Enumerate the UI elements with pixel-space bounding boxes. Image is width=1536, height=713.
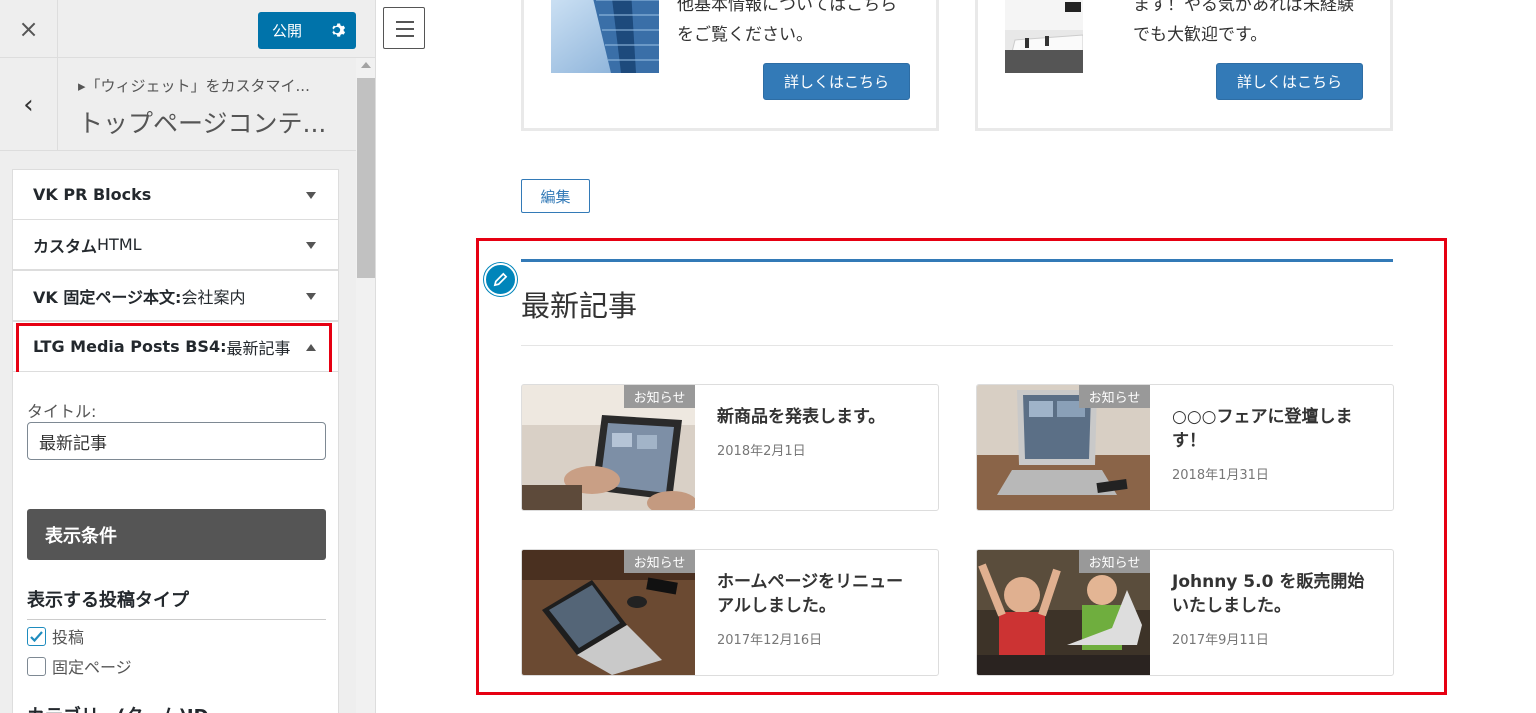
- post-card[interactable]: お知らせ Johnny 5.0 を販売開始 いたしました。 2017年9月11日: [976, 549, 1394, 676]
- hamburger-icon: [396, 21, 414, 23]
- widget-label: VK PR Blocks: [33, 185, 152, 204]
- section-header: ‹ ▸「ウィジェット」をカスタマイ... トップページコンテ...: [0, 58, 356, 151]
- post-title[interactable]: ○○○フェアに登壇しま す！: [1172, 405, 1382, 453]
- office-image: [1005, 0, 1083, 73]
- post-title[interactable]: 新商品を発表します。: [717, 405, 927, 429]
- read-more-button[interactable]: 詳しくはこちら: [1216, 63, 1363, 100]
- publish-button[interactable]: 公開: [258, 12, 356, 49]
- post-date: 2018年2月1日: [717, 444, 806, 459]
- post-card[interactable]: お知らせ ○○○フェアに登壇しま す！ 2018年1月31日: [976, 384, 1394, 511]
- post-title[interactable]: Johnny 5.0 を販売開始 いたしました。: [1172, 570, 1382, 618]
- section-title: トップページコンテ...: [78, 109, 327, 138]
- widget-custom-html[interactable]: カスタム HTML: [12, 219, 339, 270]
- scroll-thumb[interactable]: [357, 78, 375, 278]
- edit-button[interactable]: 編集: [521, 179, 590, 213]
- widget-label: VK 固定ページ本文:: [33, 287, 182, 307]
- title-field-label: タイトル:: [27, 402, 97, 421]
- widget-label-extra: 会社案内: [181, 287, 246, 307]
- category-heading: カテゴリー(ターム)ID: [27, 702, 209, 713]
- post-type-heading: 表示する投稿タイプ: [27, 586, 326, 620]
- checkbox-page[interactable]: 固定ページ: [27, 654, 132, 678]
- widget-vk-page-content[interactable]: VK 固定ページ本文: 会社案内: [12, 270, 339, 321]
- divider: [521, 345, 1393, 346]
- display-conditions-label: 表示条件: [45, 525, 117, 547]
- back-button[interactable]: ‹: [0, 58, 58, 151]
- checkbox-label: 固定ページ: [52, 658, 132, 677]
- category-badge[interactable]: お知らせ: [1079, 550, 1150, 573]
- customizer-sidebar: × 公開 ‹ ▸「ウィジェット」をカスタマイ... トップページコンテ... V…: [0, 0, 376, 713]
- menu-toggle-button[interactable]: [383, 7, 425, 49]
- close-customizer-button[interactable]: ×: [0, 0, 58, 58]
- post-date: 2017年9月11日: [1172, 633, 1269, 648]
- pr-card: ます！やる気があれば未経験 でも大歓迎です。 詳しくはこちら: [975, 0, 1393, 131]
- checkbox-unchecked-icon[interactable]: [27, 656, 46, 676]
- customizer-header: × 公開: [0, 0, 375, 58]
- post-card[interactable]: お知らせ 新商品を発表します。 2018年2月1日: [521, 384, 939, 511]
- post-title[interactable]: ホームページをリニュー アルしました。: [717, 570, 927, 618]
- edit-shortcut-pencil-icon[interactable]: [484, 263, 517, 296]
- display-conditions-button[interactable]: 表示条件: [27, 509, 326, 560]
- category-badge[interactable]: お知らせ: [624, 385, 695, 408]
- pr-card-text: ます！やる気があれば未経験 でも大歓迎です。: [1133, 0, 1354, 45]
- category-badge[interactable]: お知らせ: [1079, 385, 1150, 408]
- post-card[interactable]: お知らせ ホームページをリニュー アルしました。 2017年12月16日: [521, 549, 939, 676]
- checkbox-checked-icon[interactable]: [27, 626, 46, 646]
- expand-arrow-icon[interactable]: [306, 242, 316, 249]
- pr-card-text: 他基本情報についてはこちら をご覧ください。: [677, 0, 898, 45]
- highlight-box: [16, 323, 332, 375]
- back-icon: ‹: [23, 89, 34, 120]
- widget-label-extra: HTML: [97, 235, 142, 254]
- section-top-border: [521, 259, 1393, 262]
- checkbox-post[interactable]: 投稿: [27, 624, 84, 648]
- sidebar-scrollbar[interactable]: [356, 58, 375, 713]
- widget-label: カスタム: [33, 236, 98, 256]
- read-more-button[interactable]: 詳しくはこちら: [763, 63, 910, 100]
- expand-arrow-icon[interactable]: [306, 192, 316, 199]
- gear-icon[interactable]: [328, 21, 346, 39]
- breadcrumb: ▸「ウィジェット」をカスタマイ...: [78, 77, 310, 95]
- publish-label: 公開: [272, 22, 303, 40]
- title-input[interactable]: [27, 422, 326, 460]
- building-image: [551, 0, 659, 73]
- post-date: 2018年1月31日: [1172, 468, 1269, 483]
- checkbox-label: 投稿: [52, 628, 85, 647]
- close-icon: ×: [18, 15, 39, 43]
- scroll-up-arrow-icon[interactable]: [361, 62, 371, 68]
- widget-form: タイトル: 表示条件 表示する投稿タイプ 投稿 固定ページ カテゴリー(ターム)…: [12, 372, 339, 713]
- latest-posts-title: 最新記事: [521, 289, 638, 323]
- post-date: 2017年12月16日: [717, 633, 823, 648]
- widget-vk-pr-blocks[interactable]: VK PR Blocks: [12, 169, 339, 220]
- expand-arrow-icon[interactable]: [306, 293, 316, 300]
- pr-card: 他基本情報についてはこちら をご覧ください。 詳しくはこちら: [521, 0, 939, 131]
- category-badge[interactable]: お知らせ: [624, 550, 695, 573]
